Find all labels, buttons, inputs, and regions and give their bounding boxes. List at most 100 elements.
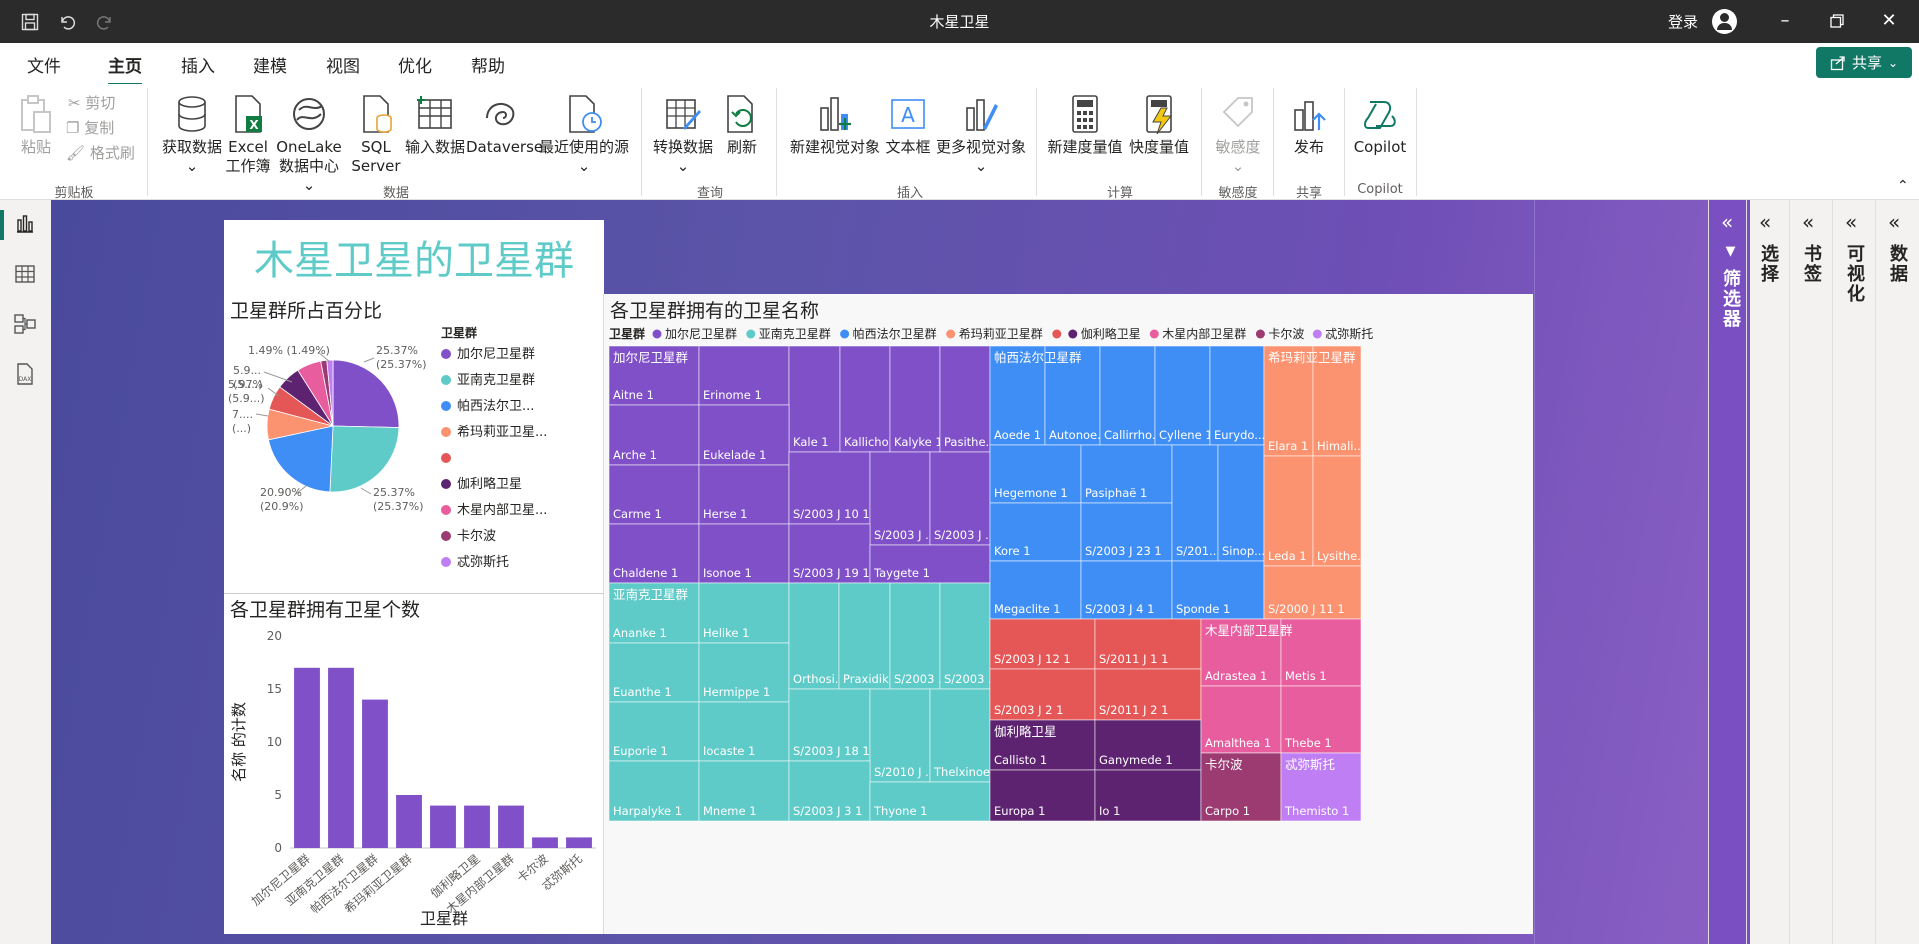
bookmarks-pane[interactable]: « 书签: [1789, 200, 1831, 944]
bar-chart[interactable]: 05101520加尔尼卫星群亚南克卫星群帕西法尔卫星群希玛莉亚卫星群 伽利略卫星木…: [224, 624, 604, 932]
pie-legend-marker[interactable]: [441, 453, 451, 463]
tab-file[interactable]: 文件: [27, 52, 61, 77]
textbox-button[interactable]: A 文本框: [884, 94, 932, 157]
refresh-button[interactable]: 刷新: [720, 94, 764, 157]
pie-legend-marker[interactable]: [441, 479, 451, 489]
treemap-legend-marker[interactable]: [1255, 329, 1265, 339]
treemap-legend-label[interactable]: 希玛莉亚卫星群: [959, 326, 1043, 341]
tab-insert[interactable]: 插入: [181, 52, 215, 77]
expand-icon[interactable]: «: [1759, 210, 1771, 234]
copilot-button[interactable]: Copilot: [1352, 94, 1408, 157]
pie-legend-label[interactable]: 加尔尼卫星群: [457, 347, 535, 362]
pie-legend-marker[interactable]: [441, 557, 451, 567]
bar[interactable]: [566, 837, 592, 848]
onelake-button[interactable]: OneLake 数据中心 ⌄: [272, 94, 346, 195]
pie-legend-marker[interactable]: [441, 531, 451, 541]
treemap-chart[interactable]: 卫星群 加尔尼卫星群 亚南克卫星群 帕西法尔卫星群 希玛莉亚卫星群 伽利略卫星 木星内部卫星…: [604, 322, 1533, 932]
treemap-legend-marker[interactable]: [652, 329, 662, 339]
more-visuals-button[interactable]: 更多视觉对象 ⌄: [933, 94, 1029, 176]
excel-button[interactable]: X Excel 工作簿: [225, 94, 271, 176]
treemap-legend-marker[interactable]: [1312, 329, 1322, 339]
pie-legend-marker[interactable]: [441, 401, 451, 411]
tab-home[interactable]: 主页: [108, 52, 142, 86]
pie-chart[interactable]: 25.37%(25.37%)25.37%(25.37%)20.90%(20.9%…: [224, 324, 604, 584]
treemap-legend-marker[interactable]: [840, 329, 850, 339]
restore-icon[interactable]: [1822, 8, 1852, 34]
expand-icon[interactable]: «: [1845, 210, 1857, 234]
pie-slice[interactable]: [329, 425, 400, 493]
sql-server-button[interactable]: SQL Server: [350, 94, 402, 176]
pie-legend-marker[interactable]: [441, 427, 451, 437]
treemap-legend-label[interactable]: 伽利略卫星: [1081, 326, 1141, 341]
treemap-legend-marker[interactable]: [946, 329, 956, 339]
filters-pane[interactable]: « ▼ 筛选器: [1708, 200, 1750, 944]
bar[interactable]: [498, 805, 524, 848]
bar[interactable]: [362, 699, 388, 848]
share-button[interactable]: 共享 ⌄: [1816, 47, 1912, 78]
treemap-legend-marker[interactable]: [1149, 329, 1159, 339]
bar-visual[interactable]: 各卫星群拥有卫星个数 0 5 10 15 20 加尔尼卫星群 亚南克卫星群 帕西法尔卫星群 希玛…: [224, 594, 604, 934]
bar[interactable]: [430, 805, 456, 848]
close-icon[interactable]: ✕: [1874, 8, 1904, 34]
bar[interactable]: [532, 837, 558, 848]
bar[interactable]: [396, 795, 422, 848]
tab-modeling[interactable]: 建模: [253, 52, 287, 77]
title-textbox[interactable]: 木星卫星的卫星群: [224, 220, 604, 294]
treemap-legend-label[interactable]: 亚南克卫星群: [759, 326, 831, 341]
model-view-icon[interactable]: [13, 312, 37, 336]
avatar[interactable]: [1712, 9, 1737, 34]
login-link[interactable]: 登录: [1668, 11, 1698, 32]
pie-legend-label[interactable]: 帕西法尔卫...: [457, 399, 534, 414]
expand-icon[interactable]: «: [1802, 210, 1814, 234]
recent-sources-button[interactable]: 最近使用的源 ⌄: [537, 94, 631, 176]
report-canvas[interactable]: 木星卫星的卫星群 卫星群所占百分比 25.37% (25.37%) 25.37% (2…: [51, 200, 1708, 944]
bar[interactable]: [328, 667, 354, 848]
selection-pane[interactable]: « 选择: [1746, 200, 1788, 944]
treemap-legend-marker[interactable]: [746, 329, 756, 339]
treemap-legend-marker[interactable]: [1068, 329, 1078, 339]
pie-legend-marker[interactable]: [441, 349, 451, 359]
treemap-visual[interactable]: 各卫星群拥有的卫星名称 卫星群 加尔尼卫星群 亚南克卫星群 帕西法尔卫星群 希玛莉亚卫星…: [604, 294, 1533, 934]
get-data-button[interactable]: 获取数据 ⌄: [157, 94, 227, 176]
expand-icon[interactable]: «: [1888, 210, 1900, 234]
paste-button[interactable]: 粘贴: [16, 94, 56, 157]
tab-view[interactable]: 视图: [326, 52, 360, 77]
pie-legend-label[interactable]: 木星内部卫星...: [457, 502, 547, 518]
minimize-icon[interactable]: –: [1770, 8, 1800, 34]
report-view-icon[interactable]: [13, 212, 37, 236]
treemap-legend-label[interactable]: 忒弥斯托: [1325, 326, 1373, 341]
new-visual-button[interactable]: 新建视觉对象: [786, 94, 884, 157]
treemap-legend-label[interactable]: 木星内部卫星群: [1162, 326, 1246, 341]
treemap-legend-label[interactable]: 帕西法尔卫星群: [853, 326, 937, 341]
format-painter-button[interactable]: 🖌 格式刷: [66, 142, 135, 163]
pie-legend-label[interactable]: 伽利略卫星: [457, 476, 522, 492]
treemap-legend-marker[interactable]: [1052, 329, 1062, 339]
quick-measure-button[interactable]: 快度量值: [1126, 94, 1192, 157]
tab-optimize[interactable]: 优化: [398, 52, 432, 77]
expand-icon[interactable]: «: [1721, 210, 1733, 234]
pie-legend-marker[interactable]: [441, 505, 451, 515]
pie-legend-label[interactable]: 希玛莉亚卫星...: [457, 425, 547, 440]
dax-query-view-icon[interactable]: DAX: [13, 362, 37, 386]
new-measure-button[interactable]: 新建度量值: [1046, 94, 1124, 157]
sensitivity-button[interactable]: 敏感度 ⌄: [1211, 94, 1265, 176]
treemap-legend-label[interactable]: 卡尔波: [1268, 326, 1304, 341]
pie-legend-label[interactable]: 忒弥斯托: [457, 554, 509, 570]
table-view-icon[interactable]: [13, 262, 37, 286]
pie-legend-label[interactable]: 亚南克卫星群: [457, 372, 535, 388]
treemap-legend-label[interactable]: 加尔尼卫星群: [665, 326, 737, 341]
bar[interactable]: [294, 667, 320, 848]
bar[interactable]: [464, 805, 490, 848]
collapse-ribbon-icon[interactable]: ⌃: [1897, 178, 1909, 194]
transform-data-button[interactable]: 转换数据 ⌄: [650, 94, 716, 176]
dataverse-button[interactable]: Dataverse: [466, 94, 543, 157]
visualizations-pane[interactable]: « 可视化: [1832, 200, 1874, 944]
pie-visual[interactable]: 卫星群所占百分比 25.37% (25.37%) 25.37% (25.37%) 20.…: [224, 294, 604, 594]
cut-button[interactable]: ✂ 剪切: [68, 92, 115, 113]
publish-button[interactable]: 发布: [1285, 94, 1333, 157]
data-pane[interactable]: « 数据: [1875, 200, 1917, 944]
pie-legend-marker[interactable]: [441, 375, 451, 385]
enter-data-button[interactable]: 输入数据: [403, 94, 467, 157]
tab-help[interactable]: 帮助: [471, 52, 505, 77]
copy-button[interactable]: ❐ 复制: [66, 117, 114, 138]
